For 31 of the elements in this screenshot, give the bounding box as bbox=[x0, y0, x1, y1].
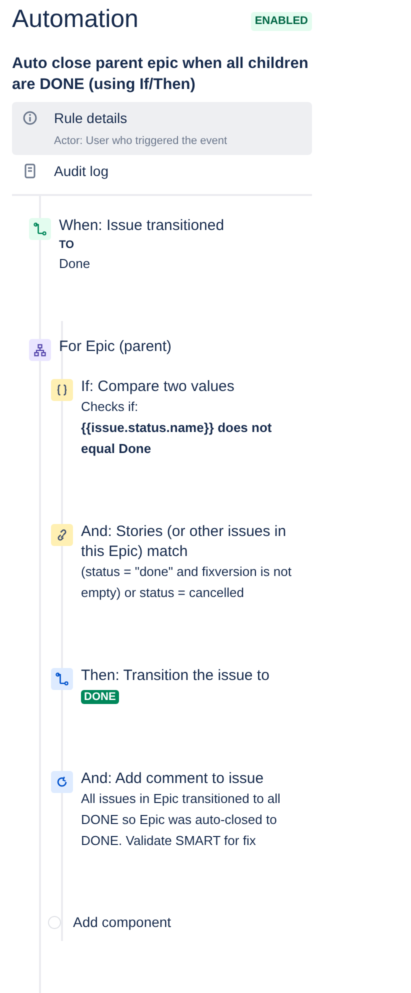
step-title[interactable]: When: Issue transitioned bbox=[59, 216, 277, 237]
step-detail-text: Done bbox=[59, 255, 92, 274]
rule-name: Auto close parent epic when all children are DONE (using If/Then) bbox=[12, 54, 310, 95]
step-title[interactable]: If: Compare two values bbox=[81, 376, 299, 398]
step-detail-label: TO bbox=[59, 238, 76, 253]
step-title[interactable]: And: Stories (or other issues in this Epic) match bbox=[81, 522, 299, 562]
transition-icon bbox=[33, 222, 47, 236]
braces-icon bbox=[55, 382, 69, 397]
menu-item-label: Rule details bbox=[54, 108, 128, 128]
info-icon bbox=[22, 110, 38, 126]
link-icon bbox=[55, 528, 69, 542]
step-title[interactable]: Then: Transition the issue to bbox=[81, 666, 299, 686]
add-component-link[interactable]: Add component bbox=[73, 913, 172, 932]
page-title: Automation bbox=[12, 4, 138, 34]
step-title[interactable]: For Epic (parent) bbox=[59, 336, 277, 358]
menu-item-label: Audit log bbox=[54, 162, 108, 182]
status-lozenge: DONE bbox=[81, 690, 119, 704]
step-detail-text: (status = "done" and fixversion is not empty) or status = cancelled bbox=[81, 563, 292, 602]
menu-item-subtitle: Actor: User who triggered the event bbox=[54, 134, 228, 149]
menu-item[interactable]: Rule details Actor: User who triggered the event bbox=[12, 102, 312, 156]
transition-icon bbox=[55, 672, 69, 686]
add-component-node[interactable] bbox=[48, 916, 61, 930]
refresh-icon bbox=[55, 774, 69, 789]
menu-item[interactable]: Audit log bbox=[12, 155, 312, 188]
step-detail-text: Checks if: bbox=[81, 398, 140, 416]
step-detail-text: All issues in Epic transitioned to all DONE so Epic was auto-closed to DONE. Validate SMART for fix bbox=[81, 790, 282, 850]
document-icon bbox=[22, 163, 38, 180]
status-lozenge: ENABLED bbox=[250, 12, 312, 30]
step-title[interactable]: And: Add comment to issue bbox=[81, 768, 299, 790]
step-detail-text: {{issue.status.name}} does not equal Done bbox=[81, 419, 273, 458]
hierarchy-icon bbox=[33, 342, 47, 357]
